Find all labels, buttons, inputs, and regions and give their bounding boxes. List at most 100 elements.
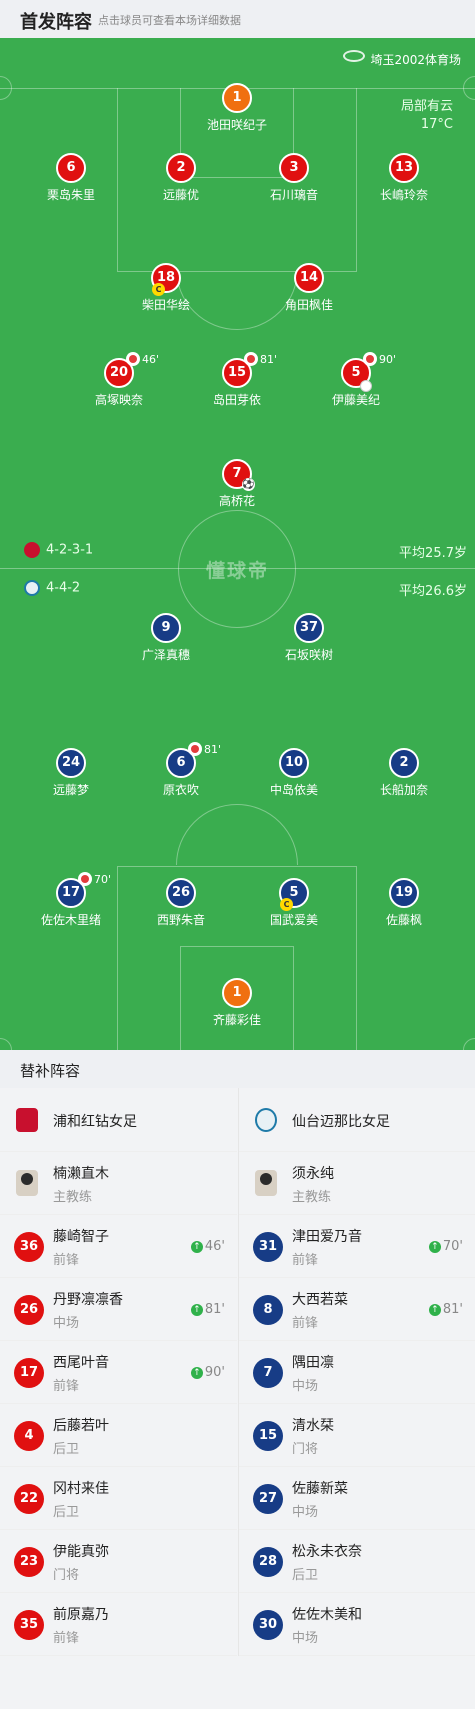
sub-in-icon: ↑ [190, 1367, 203, 1379]
sub-position: 后卫 [292, 1568, 319, 1583]
player-away-d3[interactable]: 5 C 国武爱美 [234, 878, 354, 928]
player-away-m2[interactable]: 6 81' 原衣吹 [121, 742, 241, 798]
player-name: 高塚映奈 [94, 393, 143, 407]
away-sub-row[interactable]: 30 佐佐木美和 中场 [239, 1593, 475, 1656]
sub-in-time: ↑ 81' [428, 1302, 463, 1317]
player-home-d1[interactable]: 6 栗岛朱里 [11, 153, 131, 203]
sub-in-icon: ↑ [428, 1241, 441, 1253]
home-team-logo-icon [16, 1108, 38, 1132]
home-sub-row[interactable]: 23 伊能真弥 门将 [0, 1530, 237, 1593]
sub-out-icon [363, 352, 377, 366]
player-home-d2[interactable]: 2 远藤优 [121, 153, 241, 203]
player-name: 石坂咲树 [284, 648, 333, 662]
page-subtitle: 点击球员可查看本场详细数据 [98, 14, 241, 27]
away-coach-row[interactable]: 须永纯 主教练 [239, 1152, 475, 1215]
away-sub-row[interactable]: 31 津田爱乃音 前锋 ↑ 70' [239, 1215, 475, 1278]
player-home-m1[interactable]: 18 C 柴田华绘 [106, 263, 226, 313]
sub-in-time: ↑ 46' [190, 1239, 225, 1254]
player-home-d4[interactable]: 13 长嶋玲奈 [344, 153, 464, 203]
player-home-a3[interactable]: 5 90' 伊藤美纪 [296, 352, 416, 408]
player-away-d2[interactable]: 26 西野朱音 [121, 878, 241, 928]
sub-position: 中场 [292, 1505, 319, 1520]
sub-in-time: ↑ 90' [190, 1365, 225, 1380]
player-name: 中岛依美 [269, 783, 318, 797]
sub-in-minute: 90' [204, 1365, 225, 1380]
player-away-f2[interactable]: 37 石坂咲树 [249, 613, 369, 663]
sub-in-time: ↑ 70' [428, 1239, 463, 1254]
player-away-m3[interactable]: 10 中岛依美 [234, 748, 354, 798]
sub-in-icon: ↑ [190, 1241, 203, 1253]
sub-position: 前锋 [53, 1379, 80, 1394]
corner-arc-br [463, 1038, 475, 1050]
player-away-m4[interactable]: 2 长船加奈 [344, 748, 464, 798]
corner-arc-bl [0, 1038, 12, 1050]
player-home-d3[interactable]: 3 石川璃音 [234, 153, 354, 203]
away-sub-row[interactable]: 7 隅田凛 中场 [239, 1341, 475, 1404]
sub-out-icon [188, 742, 202, 756]
home-team-logo-icon [24, 542, 40, 558]
player-name: 原衣吹 [162, 783, 199, 797]
sub-in-minute: 46' [204, 1239, 225, 1254]
player-name: 角田枫佳 [284, 298, 333, 312]
player-away-gk[interactable]: 1 齐藤彩佳 [177, 978, 297, 1028]
away-avg-age: 平均26.6岁 [399, 584, 467, 599]
home-sub-row[interactable]: 26 丹野凛凛香 中场 ↑ 81' [0, 1278, 237, 1341]
away-team-row[interactable]: 仙台迈那比女足 [239, 1088, 475, 1152]
goal-ball-icon: ⚽ [242, 478, 255, 491]
player-home-gk[interactable]: 1 池田咲纪子 [177, 83, 297, 133]
home-sub-row[interactable]: 35 前原嘉乃 前锋 [0, 1593, 237, 1656]
player-number: 3 [279, 153, 309, 183]
weather-info: 局部有云 17°C [401, 98, 453, 134]
sub-name: 佐佐木美和 [292, 1607, 362, 1623]
home-subs-column: 浦和红钻女足 楠濑直木 主教练 36 藤崎智子 前锋 ↑ 46' 26 丹野凛凛香 中场 ↑ 81… [0, 1088, 237, 1656]
sub-name: 后藤若叶 [53, 1418, 109, 1434]
player-name: 西野朱音 [156, 913, 205, 927]
sub-name: 大西若菜 [292, 1292, 348, 1308]
away-sub-row[interactable]: 27 佐藤新菜 中场 [239, 1467, 475, 1530]
away-formation-label: 4-4-2 [46, 580, 81, 596]
away-sub-row[interactable]: 8 大西若菜 前锋 ↑ 81' [239, 1278, 475, 1341]
sub-name: 冈村来佳 [53, 1481, 109, 1497]
player-name: 高桥花 [218, 494, 255, 508]
pitch: 埼玉2002体育场 局部有云 17°C 懂球帝 4-2-3-1 平均25.7岁 … [0, 38, 475, 1050]
sub-number: 31 [253, 1232, 283, 1262]
player-home-m2[interactable]: 14 角田枫佳 [249, 263, 369, 313]
player-away-d1[interactable]: 17 70' 佐佐木里绪 [11, 872, 131, 928]
home-sub-row[interactable]: 17 西尾叶音 前锋 ↑ 90' [0, 1341, 237, 1404]
player-home-a2[interactable]: 15 81' 岛田芽依 [177, 352, 297, 408]
player-number: 37 [294, 613, 324, 643]
home-sub-row[interactable]: 4 后藤若叶 后卫 [0, 1404, 237, 1467]
home-sub-row[interactable]: 22 冈村来佳 后卫 [0, 1467, 237, 1530]
sub-name: 佐藤新菜 [292, 1481, 348, 1497]
team-name: 仙台迈那比女足 [292, 1114, 390, 1130]
player-number: 9 [151, 613, 181, 643]
player-home-st[interactable]: 7 ⚽ 高桥花 [177, 459, 297, 509]
player-away-m1[interactable]: 24 远藤梦 [11, 748, 131, 798]
away-sub-row[interactable]: 15 清水栞 门将 [239, 1404, 475, 1467]
lineup-header: 首发阵容 点击球员可查看本场详细数据 [0, 0, 475, 38]
sub-name: 前原嘉乃 [53, 1607, 109, 1623]
home-coach-row[interactable]: 楠濑直木 主教练 [0, 1152, 237, 1215]
page-title: 首发阵容 [20, 12, 92, 33]
venue-name: 埼玉2002体育场 [370, 53, 461, 67]
sub-position: 中场 [53, 1316, 80, 1331]
player-name: 石川璃音 [269, 188, 318, 202]
player-away-d4[interactable]: 19 佐藤枫 [344, 878, 464, 928]
sub-position: 前锋 [53, 1631, 80, 1646]
home-sub-row[interactable]: 36 藤崎智子 前锋 ↑ 46' [0, 1215, 237, 1278]
sub-number: 36 [14, 1232, 44, 1262]
weather-text: 局部有云 [400, 99, 453, 114]
player-name: 柴田华绘 [141, 298, 190, 312]
player-number: 14 [294, 263, 324, 293]
sub-position: 中场 [292, 1631, 319, 1646]
subs-title: 替补阵容 [20, 1062, 81, 1080]
corner-arc-tr [463, 76, 475, 100]
away-team-logo-icon [24, 580, 40, 596]
player-away-f1[interactable]: 9 广泽真穗 [106, 613, 226, 663]
away-sub-row[interactable]: 28 松永未衣奈 后卫 [239, 1530, 475, 1593]
sub-name: 藤崎智子 [53, 1229, 109, 1245]
coach-name: 须永纯 [292, 1166, 334, 1182]
player-home-a1[interactable]: 20 46' 高塚映奈 [59, 352, 179, 408]
sub-number: 26 [14, 1295, 44, 1325]
home-team-row[interactable]: 浦和红钻女足 [0, 1088, 237, 1152]
